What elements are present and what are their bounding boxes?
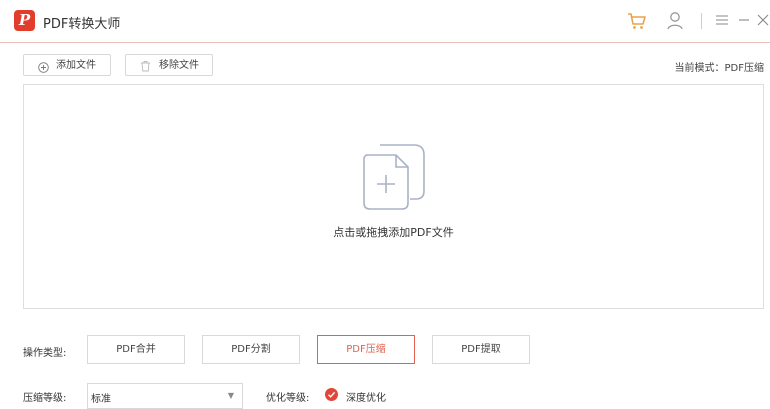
current-mode-text: 当前模式：PDF压缩 [674,63,764,74]
cart-icon[interactable] [627,11,647,34]
title-bar: P PDF转换大师 [0,0,770,43]
file-drop-zone[interactable]: 点击或拖拽添加PDF文件 [23,84,764,309]
compression-level-select[interactable]: 标准 ▼ [87,383,243,409]
remove-file-button[interactable]: 移除文件 [125,54,213,76]
optimize-level-label: 优化等级: [266,393,310,404]
close-icon[interactable] [757,14,769,29]
minimize-icon[interactable] [738,14,750,29]
remove-file-label: 移除文件 [159,60,199,71]
chevron-down-icon: ▼ [227,391,234,400]
add-circle-icon [38,60,49,82]
op-pdf-split-button[interactable]: PDF分割 [202,335,300,364]
op-pdf-extract-button[interactable]: PDF提取 [432,335,530,364]
titlebar-divider [701,13,702,29]
add-file-button[interactable]: 添加文件 [23,54,111,76]
compression-level-label: 压缩等级: [23,393,67,404]
operation-type-label: 操作类型: [23,348,67,359]
app-logo: P [14,10,35,31]
optimize-level-value[interactable]: 深度优化 [346,389,386,404]
op-pdf-compress-button[interactable]: PDF压缩 [317,335,415,364]
menu-icon[interactable] [716,14,728,29]
compression-level-value: 标准 [91,394,111,405]
app-title: PDF转换大师 [43,17,121,32]
op-pdf-merge-button[interactable]: PDF合并 [87,335,185,364]
user-icon[interactable] [666,11,684,34]
add-file-label: 添加文件 [56,60,96,71]
optimize-checked-icon[interactable] [325,388,338,401]
trash-icon [140,59,151,81]
drop-zone-hint: 点击或拖拽添加PDF文件 [333,226,454,239]
add-document-icon [362,143,426,214]
